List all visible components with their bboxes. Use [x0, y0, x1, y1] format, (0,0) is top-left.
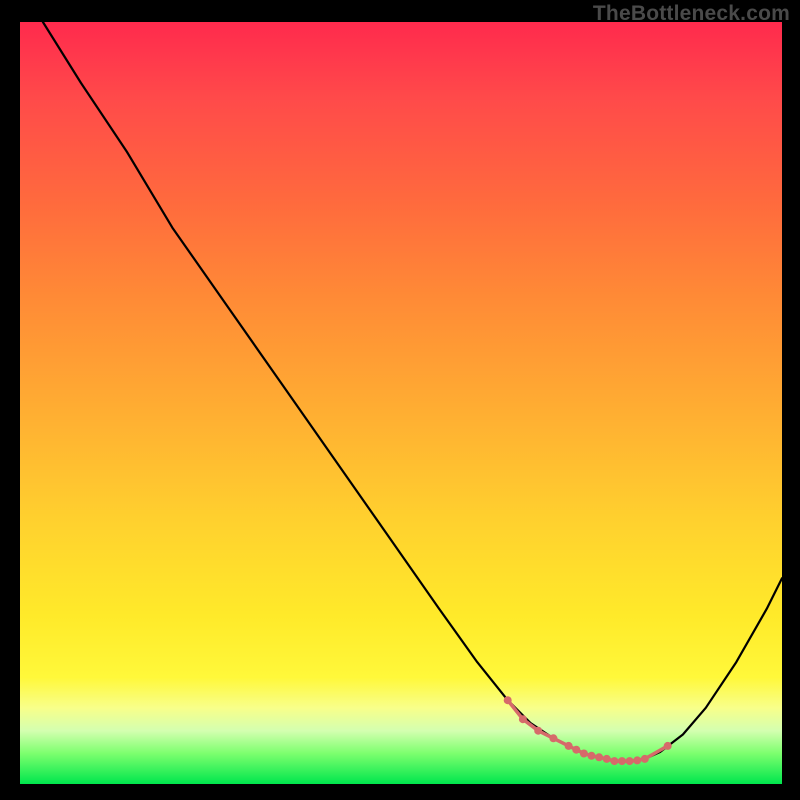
optimal-range-dot — [641, 755, 649, 763]
optimal-range-dot — [595, 753, 603, 761]
optimal-range-dot — [603, 755, 611, 763]
bottleneck-curve — [43, 22, 782, 761]
optimal-range-dot — [519, 715, 527, 723]
optimal-range-line — [508, 700, 668, 761]
optimal-range-markers — [504, 696, 672, 765]
optimal-range-dot — [610, 757, 618, 765]
optimal-range-dot — [572, 746, 580, 754]
optimal-range-dot — [588, 752, 596, 760]
optimal-range-dot — [580, 750, 588, 758]
chart-plot-area — [20, 22, 782, 784]
optimal-range-dot — [504, 696, 512, 704]
optimal-range-dot — [618, 757, 626, 765]
optimal-range-dot — [534, 727, 542, 735]
optimal-range-dot — [549, 734, 557, 742]
optimal-range-dot — [626, 757, 634, 765]
chart-svg — [20, 22, 782, 784]
optimal-range-dot — [633, 756, 641, 764]
optimal-range-dot — [664, 742, 672, 750]
optimal-range-dot — [565, 742, 573, 750]
chart-frame: TheBottleneck.com — [0, 0, 800, 800]
